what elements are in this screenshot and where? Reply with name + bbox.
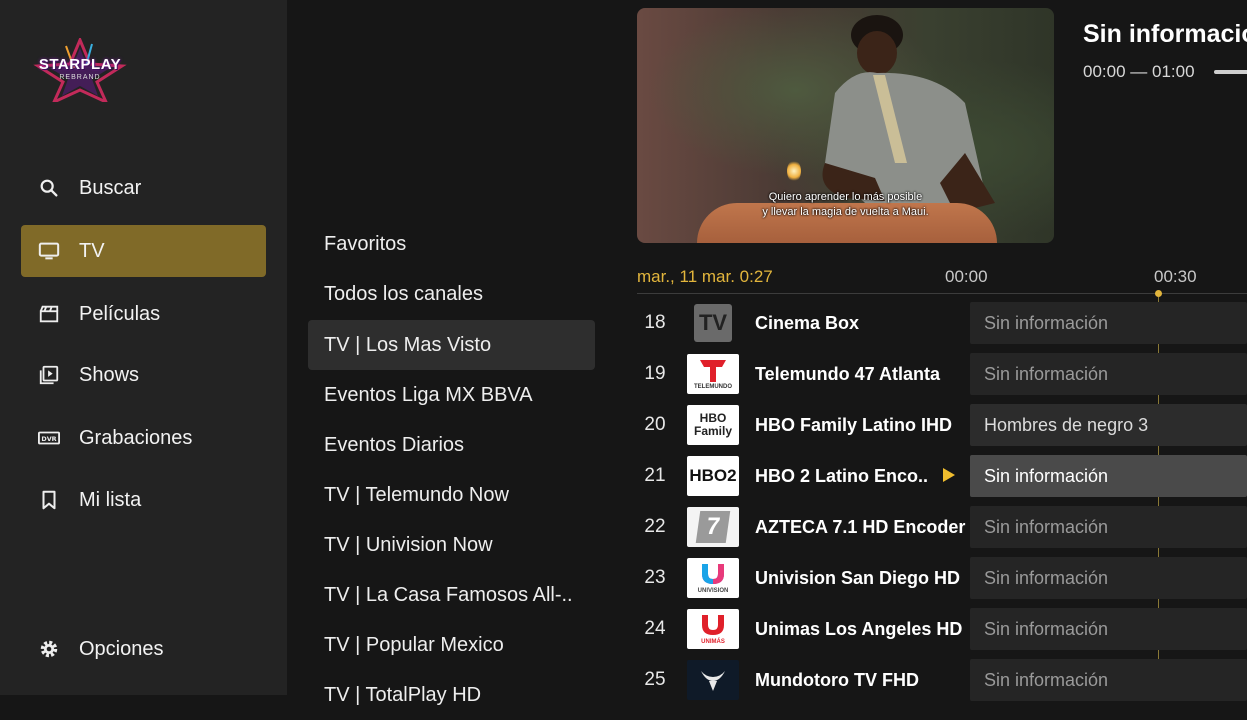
- channel-row[interactable]: 24 UNIMÁS Unimas Los Angeles HD Sin info…: [637, 606, 1247, 652]
- channel-number: 20: [644, 414, 666, 435]
- video-preview[interactable]: Quiero aprender lo más posible y llevar …: [637, 8, 1054, 243]
- playing-indicator-icon: [943, 468, 955, 482]
- channel-name: HBO 2 Latino Enco..: [755, 466, 929, 486]
- channel-row[interactable]: 18 TV Cinema Box Sin información: [637, 300, 1247, 346]
- channel-logo-text: UNIMÁS: [701, 639, 725, 645]
- program-cell[interactable]: Sin información: [970, 302, 1247, 344]
- nav-item-peliculas[interactable]: Películas: [21, 288, 266, 340]
- tv-icon: [37, 239, 61, 263]
- mundotoro-logo: [687, 660, 739, 700]
- timeline-mark: 00:00: [945, 267, 988, 286]
- category-item[interactable]: Eventos Diarios: [308, 420, 595, 470]
- logo-subtitle: REBRAND: [59, 74, 101, 81]
- unimas-u-icon: [702, 615, 724, 635]
- channel-logo-text: HBO Family: [693, 411, 732, 438]
- category-item[interactable]: TV | Los Mas Visto: [308, 320, 595, 370]
- program-cell[interactable]: Sin información: [970, 608, 1247, 650]
- channel-name: Mundotoro TV FHD: [755, 670, 919, 690]
- program-time: 00:00 — 01:00: [1083, 62, 1195, 81]
- channel-number: 21: [644, 465, 666, 486]
- channel-row[interactable]: 20 HBO Family HBO Family Latino IHD Homb…: [637, 402, 1247, 448]
- preview-subtitle-line2: y llevar la magia de vuelta a Maui.: [762, 206, 929, 218]
- program-cell[interactable]: Sin información: [970, 455, 1247, 497]
- azteca-7-logo: 7: [687, 507, 739, 547]
- channel-number: 22: [644, 516, 666, 537]
- category-item[interactable]: Favoritos: [308, 219, 595, 269]
- channel-row[interactable]: 19 TELEMUNDO Telemundo 47 Atlanta Sin in…: [637, 351, 1247, 397]
- dvr-icon: DVR: [37, 426, 61, 450]
- channel-name: AZTECA 7.1 HD Encoder: [755, 517, 966, 537]
- gear-icon: [37, 637, 61, 661]
- program-progress-bar: [1214, 70, 1247, 74]
- channel-logo-text: TV: [694, 304, 732, 342]
- channel-name: Cinema Box: [755, 313, 860, 333]
- channel-logo-text: UNIVISION: [697, 588, 729, 594]
- nav-item-opciones[interactable]: Opciones: [21, 623, 266, 675]
- nav-label: TV: [79, 239, 105, 262]
- unimas-logo: UNIMÁS: [687, 609, 739, 649]
- nav-label: Buscar: [79, 176, 142, 199]
- telemundo-logo: TELEMUNDO: [687, 354, 739, 394]
- category-item[interactable]: Eventos Liga MX BBVA: [308, 370, 595, 420]
- nav-item-shows[interactable]: Shows: [21, 349, 266, 401]
- program-cell[interactable]: Sin información: [970, 506, 1247, 548]
- category-item[interactable]: TV | Popular Mexico: [308, 620, 595, 670]
- cinema-box-logo: TV: [687, 303, 739, 343]
- channel-name: HBO Family Latino IHD: [755, 415, 953, 435]
- nav-item-mi-lista[interactable]: Mi lista: [21, 474, 266, 526]
- telemundo-t-icon: [700, 360, 726, 382]
- search-icon: [37, 176, 61, 200]
- category-item[interactable]: TV | TotalPlay HD: [308, 670, 595, 720]
- univision-u-icon: [702, 564, 724, 584]
- channel-row[interactable]: 21 HBO2 HBO 2 Latino Enco.. Sin informac…: [637, 453, 1247, 499]
- category-item[interactable]: TV | La Casa Famosos All-..: [308, 570, 595, 620]
- now-indicator-dot: [1155, 290, 1162, 297]
- nav-item-tv[interactable]: TV: [21, 225, 266, 277]
- channel-name: Unimas Los Angeles HD: [755, 619, 963, 639]
- category-item[interactable]: TV | Telemundo Now: [308, 470, 595, 520]
- nav-item-buscar[interactable]: Buscar: [21, 162, 266, 214]
- starplay-logo: STARPLAY REBRAND: [30, 36, 130, 106]
- nav-item-grabaciones[interactable]: DVR Grabaciones: [21, 412, 266, 464]
- bull-horns-icon: [701, 671, 725, 691]
- preview-candle: [787, 160, 801, 182]
- category-item[interactable]: Todos los canales: [308, 269, 595, 319]
- hbo2-logo: HBO2: [687, 456, 739, 496]
- channel-row[interactable]: 25 Mundotoro TV FHD Sin información: [637, 657, 1247, 703]
- nav-label: Mi lista: [79, 488, 142, 511]
- timeline-date: mar., 11 mar. 0:27: [637, 267, 773, 286]
- sidebar: STARPLAY REBRAND Buscar TV Películas Sho…: [0, 0, 287, 695]
- channel-number: 23: [644, 567, 666, 588]
- channel-number: 19: [644, 363, 666, 384]
- nav-label: Shows: [79, 363, 140, 386]
- nav-label: Opciones: [79, 637, 164, 660]
- timeline-mark: 00:30: [1154, 267, 1197, 286]
- channel-number: 24: [644, 618, 666, 639]
- hbo-family-logo: HBO Family: [687, 405, 739, 445]
- play-library-icon: [37, 363, 61, 387]
- channel-logo-text: TELEMUNDO: [694, 384, 732, 390]
- clapperboard-icon: [37, 302, 61, 326]
- program-cell[interactable]: Hombres de negro 3: [970, 404, 1247, 446]
- channel-row[interactable]: 22 7 AZTECA 7.1 HD Encoder Sin informaci…: [637, 504, 1247, 550]
- bookmark-icon: [37, 488, 61, 512]
- channel-logo-text: 7: [695, 511, 731, 543]
- program-title: Sin informació: [1083, 20, 1247, 48]
- logo-name: STARPLAY: [38, 56, 122, 73]
- channel-number: 18: [644, 312, 666, 333]
- nav-label: Películas: [79, 302, 161, 325]
- nav-label: Grabaciones: [79, 426, 193, 449]
- program-cell[interactable]: Sin información: [970, 353, 1247, 395]
- channel-logo-text: HBO2: [689, 466, 737, 485]
- program-cell[interactable]: Sin información: [970, 557, 1247, 599]
- channel-name: Univision San Diego HD: [755, 568, 961, 588]
- channel-number: 25: [644, 669, 666, 690]
- channel-row[interactable]: 23 UNIVISION Univision San Diego HD Sin …: [637, 555, 1247, 601]
- category-item[interactable]: TV | Univision Now: [308, 520, 595, 570]
- preview-subtitle-line1: Quiero aprender lo más posible: [768, 191, 923, 203]
- channel-name: Telemundo 47 Atlanta: [755, 364, 941, 384]
- univision-logo: UNIVISION: [687, 558, 739, 598]
- svg-text:DVR: DVR: [41, 435, 56, 443]
